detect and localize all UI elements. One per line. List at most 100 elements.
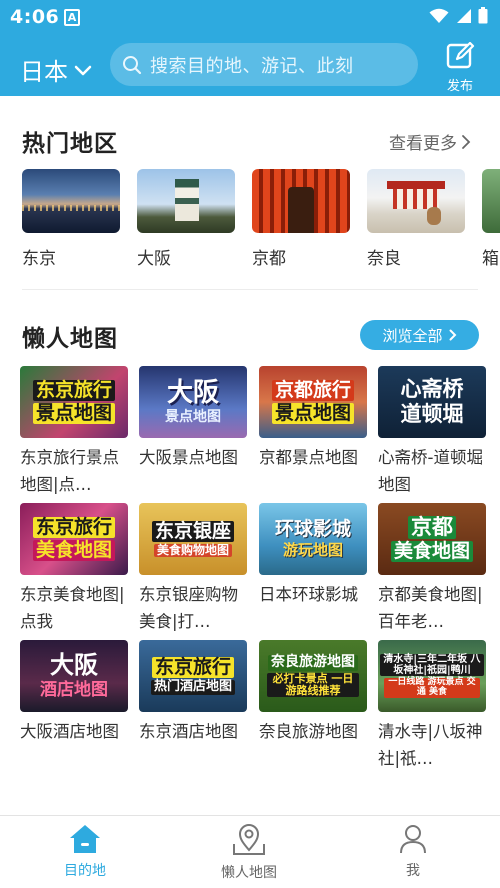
poster-line1: 清水寺|三年二年坂 八坂神社|祇园|鸭川 bbox=[380, 654, 484, 677]
poster-line1: 大阪 bbox=[50, 651, 98, 680]
tokyo-photo bbox=[22, 169, 120, 233]
publish-button[interactable]: 发布 bbox=[438, 41, 482, 94]
map-poster: 东京旅行 热门酒店地图 bbox=[139, 640, 247, 712]
map-caption: 心斋桥-道顿堀地图 bbox=[378, 448, 483, 494]
poster-line2: 热门酒店地图 bbox=[150, 679, 235, 695]
map-card-kyoto-sights[interactable]: 京都旅行 景点地图 京都景点地图 bbox=[259, 366, 369, 498]
poster-line1: 京都 bbox=[408, 515, 456, 540]
nav-item-destination[interactable]: 目的地 bbox=[25, 824, 145, 880]
nav-label: 目的地 bbox=[64, 863, 106, 879]
hakone-photo bbox=[482, 169, 500, 233]
map-poster: 东京旅行 景点地图 bbox=[20, 366, 128, 438]
poster-line2: 景点地图 bbox=[271, 403, 354, 424]
see-more-label: 查看更多 bbox=[389, 134, 457, 154]
map-caption: 东京酒店地图 bbox=[139, 722, 238, 741]
browse-all-label: 浏览全部 bbox=[382, 326, 443, 345]
map-poster: 环球影城 游玩地图 bbox=[259, 503, 367, 575]
map-poster: 心斋桥 道顿堀 bbox=[378, 366, 486, 438]
region-name: 京都 bbox=[252, 249, 286, 269]
map-card-tokyo-sights[interactable]: 东京旅行 景点地图 东京旅行景点地图|点… bbox=[20, 366, 130, 498]
wifi-icon bbox=[429, 8, 449, 23]
battery-icon bbox=[478, 7, 488, 24]
map-caption: 东京美食地图|点我 bbox=[20, 585, 125, 631]
poster-line1: 东京旅行 bbox=[32, 380, 115, 401]
signal-icon bbox=[457, 8, 471, 23]
map-card-osaka-hotel[interactable]: 大阪 酒店地图 大阪酒店地图 bbox=[20, 640, 130, 772]
section-divider bbox=[22, 289, 478, 290]
region-name: 箱 bbox=[482, 249, 499, 269]
nara-photo bbox=[367, 169, 465, 233]
app-header: 4:06 A 日本 搜索目的地、游记、此刻 发布 bbox=[0, 0, 500, 96]
person-icon bbox=[400, 825, 426, 854]
map-card-kiyomizu[interactable]: 清水寺|三年二年坂 八坂神社|祇园|鸭川 一日线路 游玩景点 交通 美食 清水寺… bbox=[378, 640, 488, 772]
map-card-tokyo-food[interactable]: 东京旅行 美食地图 东京美食地图|点我 bbox=[20, 503, 130, 635]
browse-all-button[interactable]: 浏览全部 bbox=[360, 320, 479, 350]
chevron-right-icon bbox=[462, 134, 471, 149]
region-card-osaka[interactable]: 大阪 bbox=[137, 169, 235, 269]
map-poster: 东京旅行 美食地图 bbox=[20, 503, 128, 575]
map-card-kyoto-food[interactable]: 京都 美食地图 京都美食地图|百年老… bbox=[378, 503, 488, 635]
lazy-maps-title: 懒人地图 bbox=[22, 326, 118, 352]
region-label: 日本 bbox=[20, 58, 68, 86]
search-placeholder: 搜索目的地、游记、此刻 bbox=[150, 55, 354, 77]
poster-line1: 东京旅行 bbox=[151, 657, 234, 679]
map-card-osaka-sights[interactable]: 大阪 景点地图 大阪景点地图 bbox=[139, 366, 249, 498]
map-caption: 东京旅行景点地图|点… bbox=[20, 448, 119, 494]
chevron-right-icon bbox=[449, 329, 456, 341]
nav-label: 懒人地图 bbox=[221, 865, 277, 881]
map-card-shinsaibashi[interactable]: 心斋桥 道顿堀 心斋桥-道顿堀地图 bbox=[378, 366, 488, 498]
map-poster: 大阪 景点地图 bbox=[139, 366, 247, 438]
map-poster: 东京银座 美食购物地图 bbox=[139, 503, 247, 575]
poster-line2: 景点地图 bbox=[165, 408, 221, 425]
nav-item-lazy-map[interactable]: 懒人地图 bbox=[189, 824, 309, 882]
region-name: 大阪 bbox=[137, 249, 171, 269]
poster-line1: 环球影城 bbox=[274, 518, 351, 541]
home-icon bbox=[70, 825, 100, 853]
map-poster: 京都旅行 景点地图 bbox=[259, 366, 367, 438]
system-icons bbox=[429, 7, 488, 24]
status-time: 4:06 bbox=[10, 6, 60, 28]
region-name: 奈良 bbox=[367, 249, 401, 269]
bottom-navigation: 目的地 懒人地图 我 bbox=[0, 815, 500, 888]
map-caption: 奈良旅游地图 bbox=[259, 722, 358, 741]
region-card-hakone[interactable]: 箱 bbox=[482, 169, 500, 269]
edit-icon bbox=[446, 41, 475, 69]
map-card-ginza[interactable]: 东京银座 美食购物地图 东京银座购物美食|打… bbox=[139, 503, 249, 635]
status-bar: 4:06 A bbox=[0, 0, 500, 36]
map-caption: 清水寺|八坂神社|祇… bbox=[378, 722, 483, 768]
see-more-link[interactable]: 查看更多 bbox=[389, 129, 471, 154]
poster-line1: 京都旅行 bbox=[271, 380, 354, 401]
chevron-down-icon bbox=[74, 65, 92, 75]
poster-line2: 酒店地图 bbox=[40, 679, 108, 700]
region-name: 东京 bbox=[22, 249, 56, 269]
map-poster: 京都 美食地图 bbox=[378, 503, 486, 575]
map-caption: 大阪景点地图 bbox=[139, 448, 238, 467]
map-caption: 日本环球影城 bbox=[259, 585, 358, 604]
map-poster: 清水寺|三年二年坂 八坂神社|祇园|鸭川 一日线路 游玩景点 交通 美食 bbox=[378, 640, 486, 712]
poster-line1: 东京银座 bbox=[151, 521, 234, 542]
region-card-nara[interactable]: 奈良 bbox=[367, 169, 465, 269]
map-poster: 大阪 酒店地图 bbox=[20, 640, 128, 712]
poster-line2: 道顿堀 bbox=[400, 402, 464, 426]
map-card-tokyo-hotel[interactable]: 东京旅行 热门酒店地图 东京酒店地图 bbox=[139, 640, 249, 772]
poster-line2: 美食购物地图 bbox=[153, 543, 232, 558]
poster-line1: 东京旅行 bbox=[32, 517, 115, 538]
map-pin-icon bbox=[233, 824, 265, 855]
search-input[interactable]: 搜索目的地、游记、此刻 bbox=[110, 43, 418, 86]
region-card-tokyo[interactable]: 东京 bbox=[22, 169, 120, 269]
map-caption: 东京银座购物美食|打… bbox=[139, 585, 238, 631]
region-selector[interactable]: 日本 bbox=[20, 52, 92, 87]
map-card-nara[interactable]: 奈良旅游地图 必打卡景点 一日游路线推荐 奈良旅游地图 bbox=[259, 640, 369, 772]
map-caption: 京都景点地图 bbox=[259, 448, 358, 467]
publish-label: 发布 bbox=[446, 79, 473, 94]
poster-line2: 美食地图 bbox=[32, 540, 115, 561]
nav-item-me[interactable]: 我 bbox=[353, 824, 473, 880]
poster-line2: 必打卡景点 一日游路线推荐 bbox=[267, 672, 359, 697]
map-card-universal[interactable]: 环球影城 游玩地图 日本环球影城 bbox=[259, 503, 369, 635]
region-card-kyoto[interactable]: 京都 bbox=[252, 169, 350, 269]
map-caption: 京都美食地图|百年老… bbox=[378, 585, 483, 631]
search-icon bbox=[123, 55, 142, 74]
map-poster: 奈良旅游地图 必打卡景点 一日游路线推荐 bbox=[259, 640, 367, 712]
nav-label: 我 bbox=[406, 863, 420, 879]
hot-regions-title: 热门地区 bbox=[22, 131, 118, 157]
